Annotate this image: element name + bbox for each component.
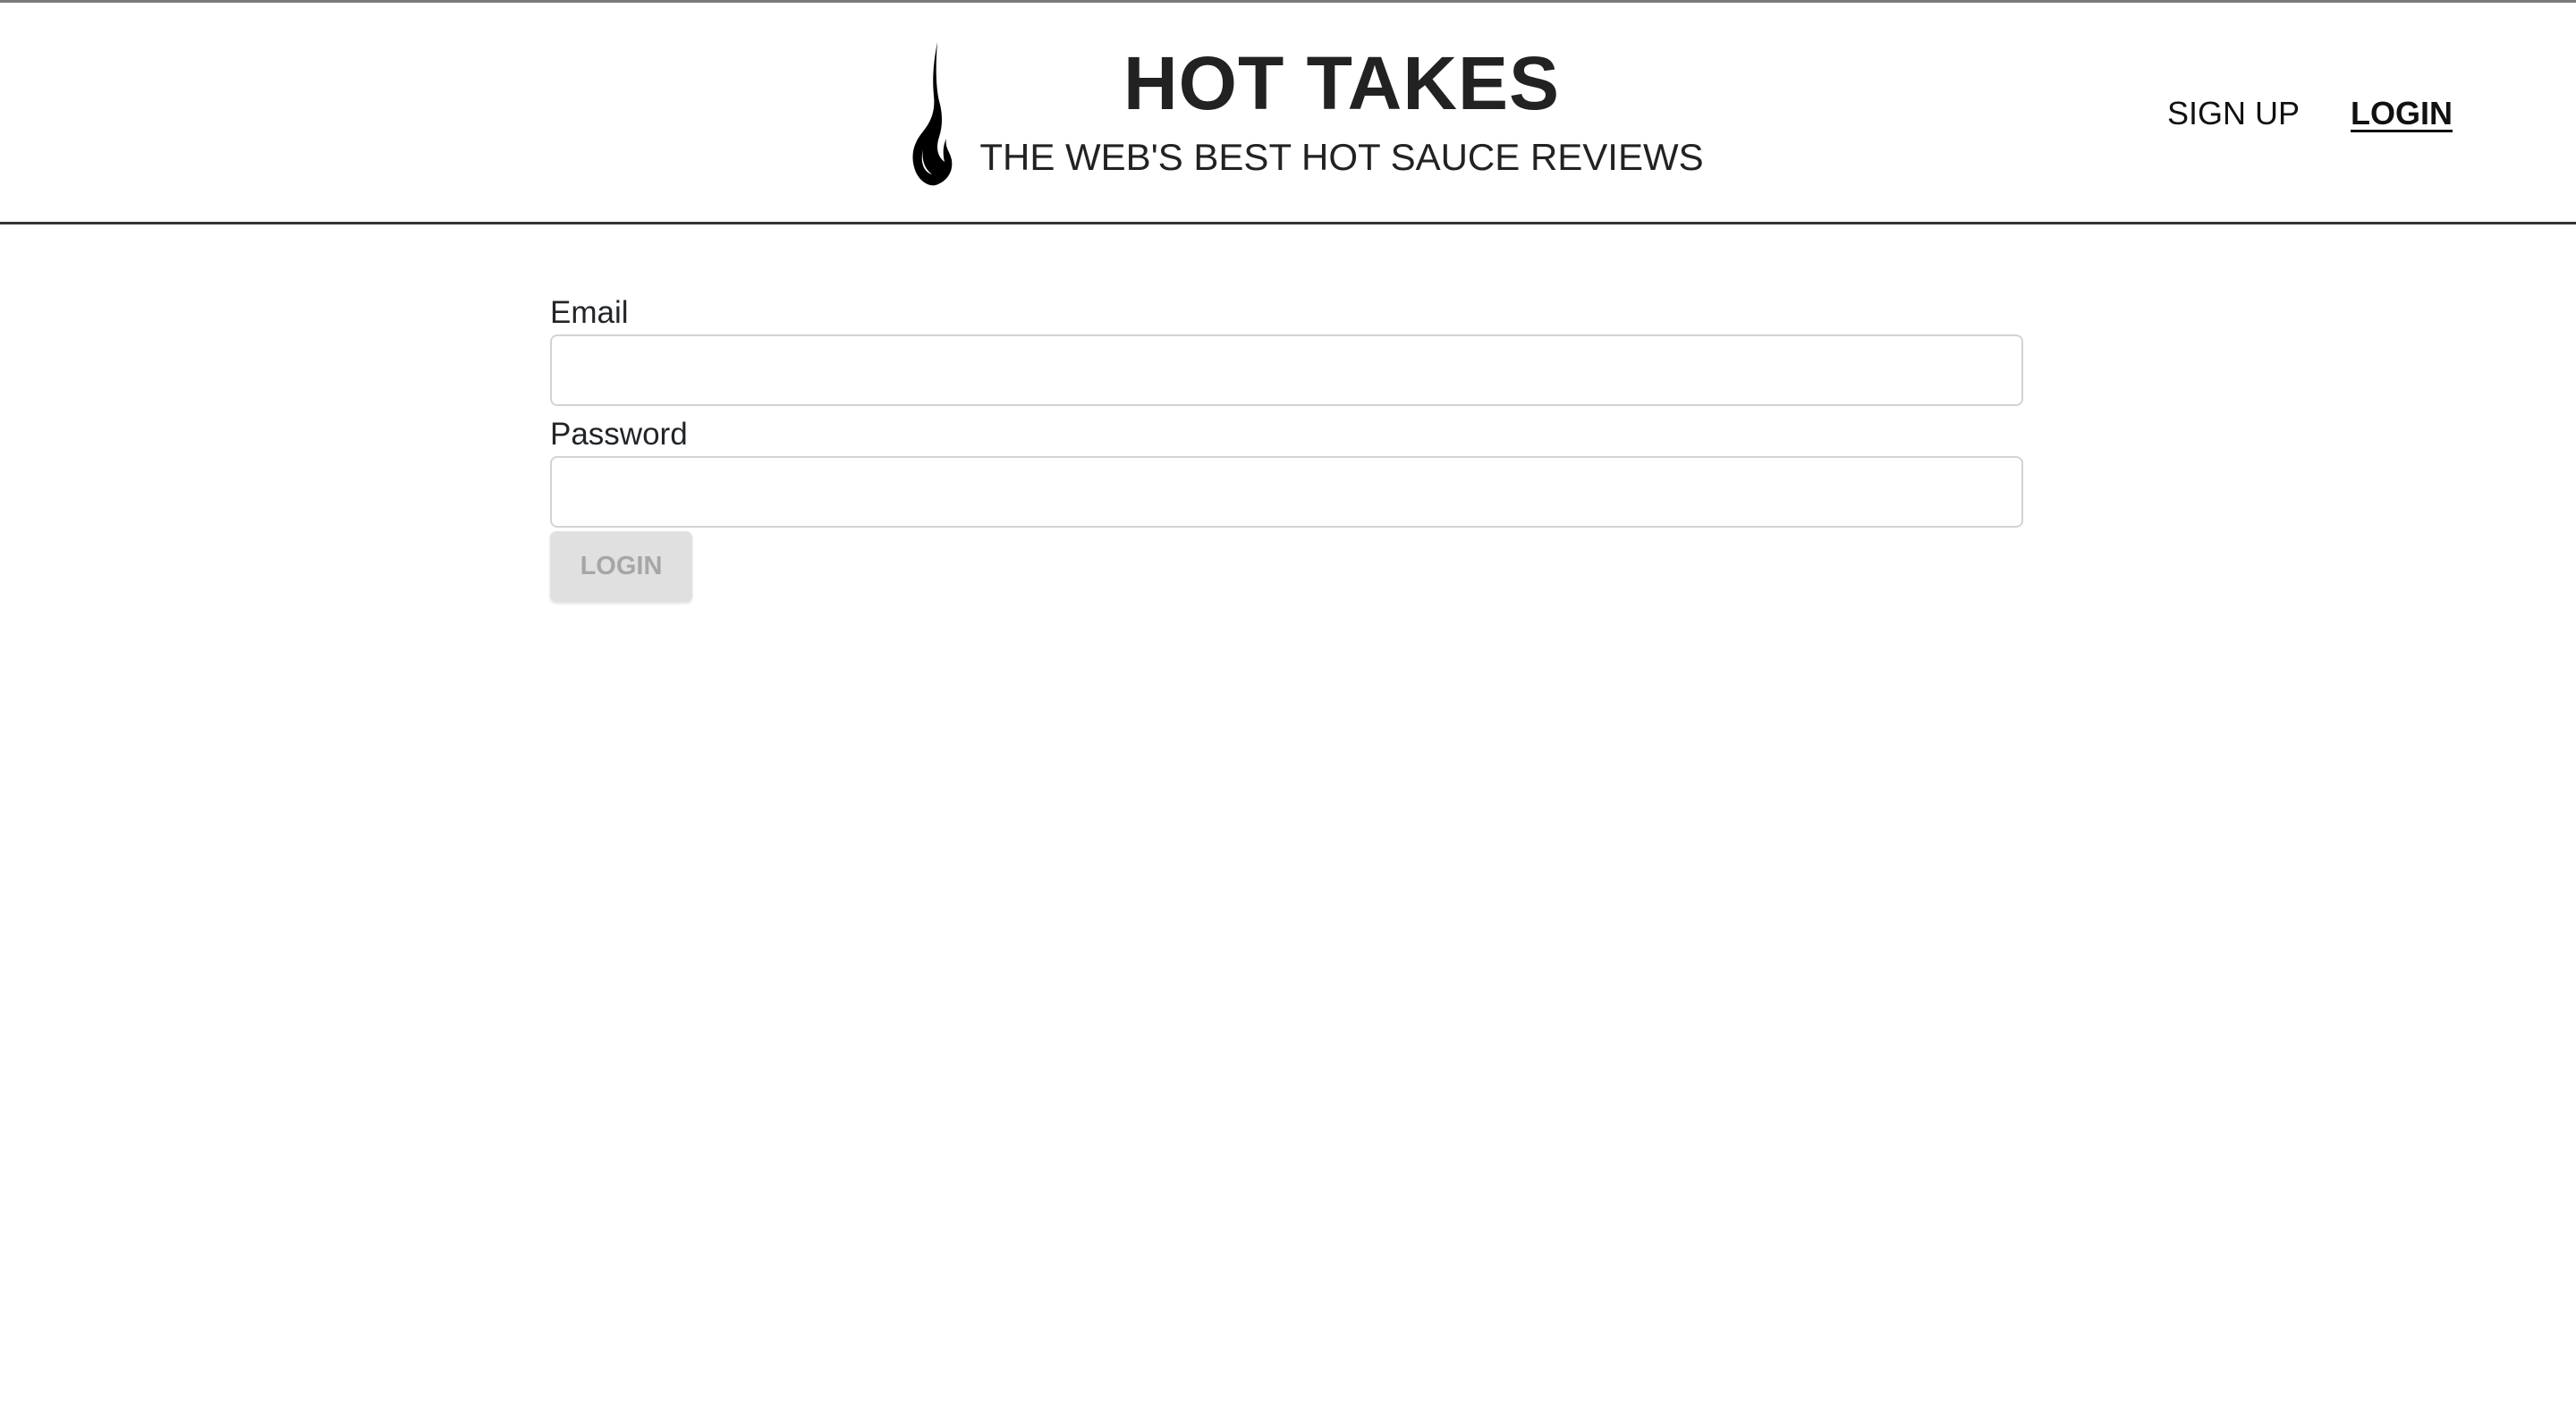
login-button[interactable]: LOGIN	[550, 531, 692, 602]
password-input[interactable]	[550, 456, 2023, 528]
nav-signup-link[interactable]: SIGN UP	[2167, 97, 2300, 130]
site-header: HOT TAKES THE WEB'S BEST HOT SAUCE REVIE…	[0, 3, 2576, 224]
flame-icon	[912, 42, 953, 186]
password-label: Password	[550, 417, 688, 452]
site-tagline: THE WEB'S BEST HOT SAUCE REVIEWS	[979, 136, 1704, 178]
site-title: HOT TAKES	[1123, 41, 1561, 125]
email-label: Email	[550, 295, 629, 330]
email-input[interactable]	[550, 334, 2023, 406]
nav-login-link[interactable]: LOGIN	[2351, 97, 2453, 130]
